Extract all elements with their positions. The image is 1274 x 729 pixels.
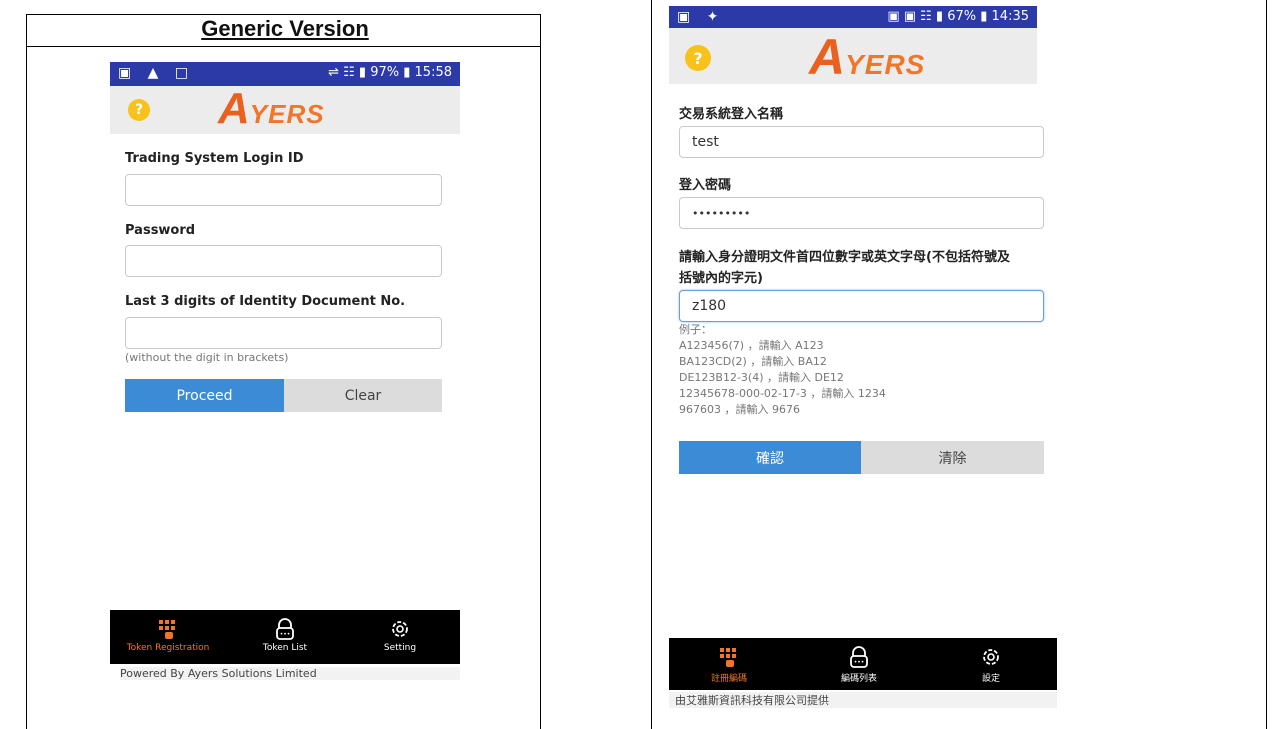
- tab-setting[interactable]: Setting: [350, 618, 450, 653]
- proceed-button[interactable]: Proceed: [125, 379, 284, 412]
- example-line: DE123B12-3(4) ，請輸入 DE12: [679, 371, 844, 384]
- tab-label: Setting: [383, 643, 417, 653]
- tab-label: Token List: [262, 643, 308, 653]
- id-digits-label-line1: 請輸入身分證明文件首四位數字或英文字母(不包括符號及: [679, 250, 1010, 265]
- status-icons-right: ⇌ ☷ ▮ 97% ▮ 15:58: [328, 65, 452, 80]
- bottom-tab-bar: Token Registration ••• Token List Settin…: [110, 610, 460, 664]
- login-id-label: Trading System Login ID: [125, 151, 304, 166]
- tab-token-registration[interactable]: 註冊編碼: [679, 646, 779, 684]
- document-title: Generic Version: [201, 16, 369, 41]
- powered-by-text: 由艾雅斯資訊科技有限公司提供: [669, 692, 1057, 708]
- status-icons-left: ▣ ✦: [677, 9, 725, 25]
- lock-icon: •••: [850, 646, 868, 668]
- table-header-rule: [26, 46, 540, 47]
- tab-label: Token Registration: [126, 643, 210, 653]
- id-digits-label-line2: 括號內的字元): [679, 271, 763, 286]
- login-id-label: 交易系統登入名稱: [679, 107, 784, 122]
- clear-button[interactable]: Clear: [284, 379, 442, 412]
- example-line: 967603 ，請輸入 9676: [679, 403, 800, 416]
- clear-button[interactable]: 清除: [861, 441, 1044, 474]
- status-bar: ▣ ▲ □ ⇌ ☷ ▮ 97% ▮ 15:58: [110, 62, 460, 86]
- keypad-icon: [159, 620, 175, 639]
- confirm-button[interactable]: 確認: [679, 441, 861, 474]
- example-line: A123456(7) ，請輸入 A123: [679, 339, 824, 352]
- password-input[interactable]: •••••••••: [679, 197, 1044, 229]
- tab-label: 編碼列表: [840, 674, 877, 684]
- tab-token-list[interactable]: ••• Token List: [235, 618, 335, 653]
- table-border-mid-left: [540, 14, 541, 729]
- app-header: ? AYERS: [110, 84, 460, 134]
- ayers-logo: AYERS: [809, 29, 926, 85]
- bottom-tab-bar: 註冊編碼 ••• 編碼列表 設定: [669, 638, 1057, 690]
- tab-setting[interactable]: 設定: [941, 646, 1041, 684]
- password-label: Password: [125, 223, 196, 238]
- gear-icon: [983, 649, 999, 665]
- status-bar: ▣ ✦ ▣ ▣ ☷ ▮ 67% ▮ 14:35: [669, 6, 1037, 28]
- tab-token-list[interactable]: ••• 編碼列表: [809, 646, 909, 684]
- id-digits-label: Last 3 digits of Identity Document No.: [125, 294, 406, 309]
- login-id-input[interactable]: test: [679, 126, 1044, 158]
- app-header: ? AYERS: [669, 28, 1037, 85]
- table-top-rule: [26, 14, 540, 15]
- status-icons-right: ▣ ▣ ☷ ▮ 67% ▮ 14:35: [887, 9, 1029, 24]
- help-icon[interactable]: ?: [685, 45, 711, 71]
- svg-text:•••: •••: [854, 659, 865, 666]
- password-input[interactable]: [125, 245, 442, 277]
- gear-icon: [392, 621, 408, 637]
- id-digits-input[interactable]: [125, 317, 442, 349]
- example-line: 例子：: [679, 323, 712, 336]
- help-icon[interactable]: ?: [128, 99, 150, 121]
- keypad-icon: [720, 648, 736, 667]
- example-line: BA123CD(2) ，請輸入 BA12: [679, 355, 827, 368]
- example-line: 12345678-000-02-17-3 ，請輸入 1234: [679, 387, 886, 400]
- lock-icon: •••: [276, 618, 294, 640]
- tab-token-registration[interactable]: Token Registration: [118, 618, 218, 653]
- table-border-right: [1266, 0, 1267, 729]
- table-border-left: [26, 14, 27, 729]
- svg-text:•••: •••: [280, 631, 291, 638]
- password-label: 登入密碼: [679, 178, 732, 193]
- status-icons-left: ▣ ▲ □: [118, 65, 195, 81]
- tab-label: 設定: [981, 674, 1000, 684]
- id-digits-hint: (without the digit in brackets): [125, 351, 289, 364]
- table-border-mid-right: [651, 0, 652, 729]
- login-id-input[interactable]: [125, 174, 442, 206]
- powered-by-text: Powered By Ayers Solutions Limited: [120, 667, 460, 680]
- id-digits-input[interactable]: z180: [679, 290, 1044, 322]
- ayers-logo: AYERS: [218, 84, 325, 133]
- tab-label: 註冊編碼: [710, 674, 747, 684]
